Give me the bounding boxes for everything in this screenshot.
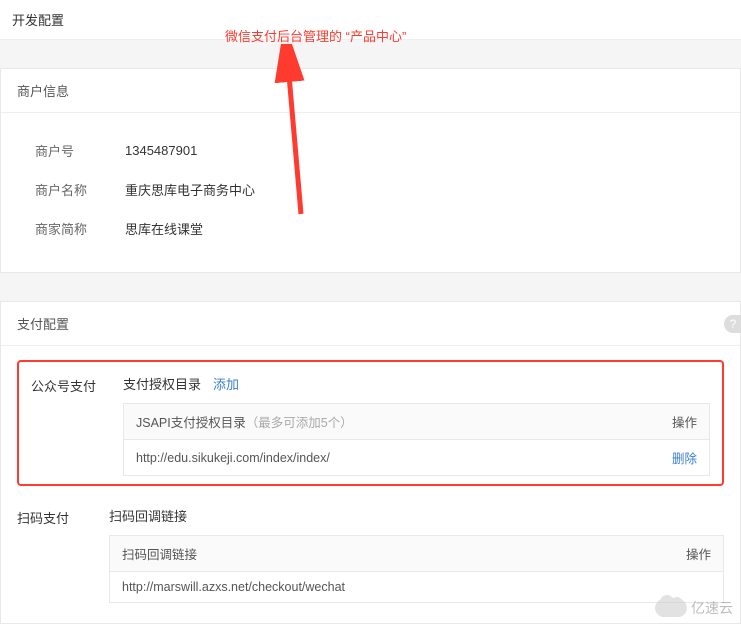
scan-section-label: 扫码支付 [17, 504, 109, 527]
merchant-name-label: 商户名称 [35, 180, 125, 199]
merchant-name-row: 商户名称 重庆思库电子商务中心 [17, 170, 724, 209]
scan-section-content: 扫码回调链接 扫码回调链接 操作 http://marswill.azxs.ne… [109, 504, 724, 603]
help-icon[interactable]: ? [724, 315, 741, 333]
merchant-info-header: 商户信息 [1, 69, 740, 113]
gzh-auth-title-line: 支付授权目录 添加 [123, 372, 710, 403]
gzh-auth-title: 支付授权目录 [123, 374, 201, 393]
gzh-head-main: JSAPI支付授权目录（最多可添加5个） [136, 412, 649, 431]
merchant-id-value: 1345487901 [125, 143, 197, 158]
gzh-head-note: （最多可添加5个） [246, 416, 353, 430]
merchant-name-value: 重庆思库电子商务中心 [125, 180, 255, 199]
scan-row-value: http://marswill.azxs.net/checkout/wechat [122, 580, 663, 594]
gzh-auth-table: JSAPI支付授权目录（最多可添加5个） 操作 http://edu.sikuk… [123, 403, 710, 476]
gzh-table-head: JSAPI支付授权目录（最多可添加5个） 操作 [124, 404, 709, 440]
pay-config-body: 公众号支付 支付授权目录 添加 JSAPI支付授权目录（最多可添加5个） 操作 [1, 346, 740, 623]
scan-table-head: 扫码回调链接 操作 [110, 536, 723, 572]
merchant-short-value: 思库在线课堂 [125, 219, 203, 238]
add-auth-dir-link[interactable]: 添加 [213, 374, 239, 393]
scan-section: 扫码支付 扫码回调链接 扫码回调链接 操作 http://marswill.az… [17, 504, 724, 603]
gzh-highlight-box: 公众号支付 支付授权目录 添加 JSAPI支付授权目录（最多可添加5个） 操作 [17, 360, 724, 486]
table-row: http://marswill.azxs.net/checkout/wechat [110, 572, 723, 603]
merchant-id-row: 商户号 1345487901 [17, 131, 724, 170]
gzh-head-action: 操作 [649, 412, 697, 431]
scan-callback-title-line: 扫码回调链接 [109, 504, 724, 535]
pay-config-header: 支付配置 ? [1, 302, 740, 346]
scan-callback-title: 扫码回调链接 [109, 506, 187, 525]
merchant-short-row: 商家简称 思库在线课堂 [17, 209, 724, 248]
annotation-text: 微信支付后台管理的 “产品中心” [225, 26, 406, 45]
delete-auth-dir-link[interactable]: 删除 [672, 452, 697, 466]
gzh-row-value: http://edu.sikukeji.com/index/index/ [136, 451, 649, 465]
merchant-info-body: 商户号 1345487901 商户名称 重庆思库电子商务中心 商家简称 思库在线… [1, 113, 740, 272]
scan-callback-table: 扫码回调链接 操作 http://marswill.azxs.net/check… [109, 535, 724, 603]
gzh-section: 公众号支付 支付授权目录 添加 JSAPI支付授权目录（最多可添加5个） 操作 [31, 372, 710, 476]
gzh-section-content: 支付授权目录 添加 JSAPI支付授权目录（最多可添加5个） 操作 http:/… [123, 372, 710, 476]
scan-head-main: 扫码回调链接 [122, 544, 663, 563]
pay-config-card: 支付配置 ? 公众号支付 支付授权目录 添加 JSAPI支付授权目录（最多可添加… [0, 301, 741, 624]
merchant-info-card: 商户信息 商户号 1345487901 商户名称 重庆思库电子商务中心 商家简称… [0, 68, 741, 273]
gzh-head-main-text: JSAPI支付授权目录 [136, 416, 246, 430]
table-row: http://edu.sikukeji.com/index/index/ 删除 [124, 440, 709, 476]
page-title-text: 开发配置 [12, 13, 64, 28]
pay-config-header-text: 支付配置 [17, 317, 69, 332]
gzh-section-label: 公众号支付 [31, 372, 123, 395]
merchant-short-label: 商家简称 [35, 219, 125, 238]
merchant-info-header-text: 商户信息 [17, 84, 69, 99]
scan-head-action: 操作 [663, 544, 711, 563]
merchant-id-label: 商户号 [35, 141, 125, 160]
